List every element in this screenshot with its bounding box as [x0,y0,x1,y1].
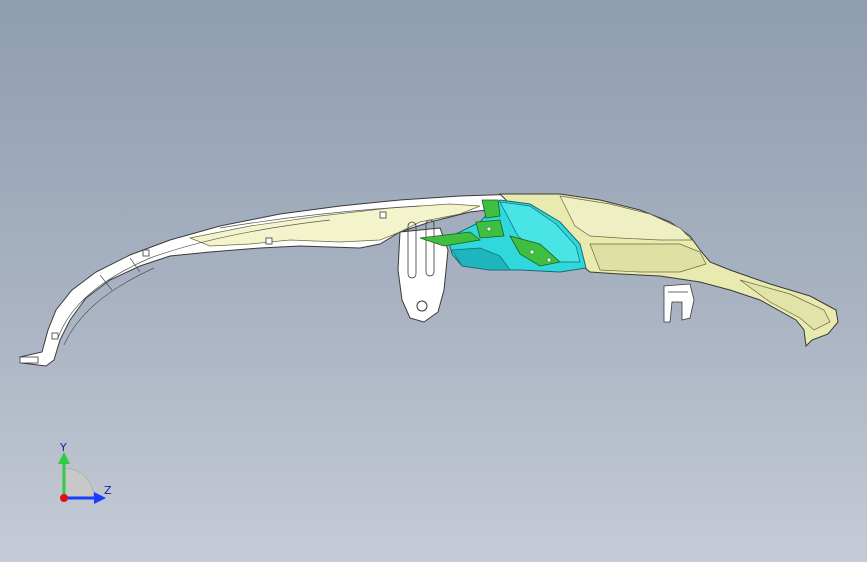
triad-plane [63,467,95,499]
orientation-triad: Y Z [44,440,124,515]
triad-graphic [58,452,106,504]
boss-hole [416,300,428,312]
origin-icon [60,494,68,502]
y-axis-label: Y [60,441,67,454]
green-plate-4 [481,199,501,219]
z-axis-label: Z [104,484,112,497]
rear-clip [663,283,695,323]
cover-lower-face [589,243,707,273]
graphics-viewport[interactable]: Y Z [0,0,867,562]
3d-model[interactable] [0,0,867,562]
